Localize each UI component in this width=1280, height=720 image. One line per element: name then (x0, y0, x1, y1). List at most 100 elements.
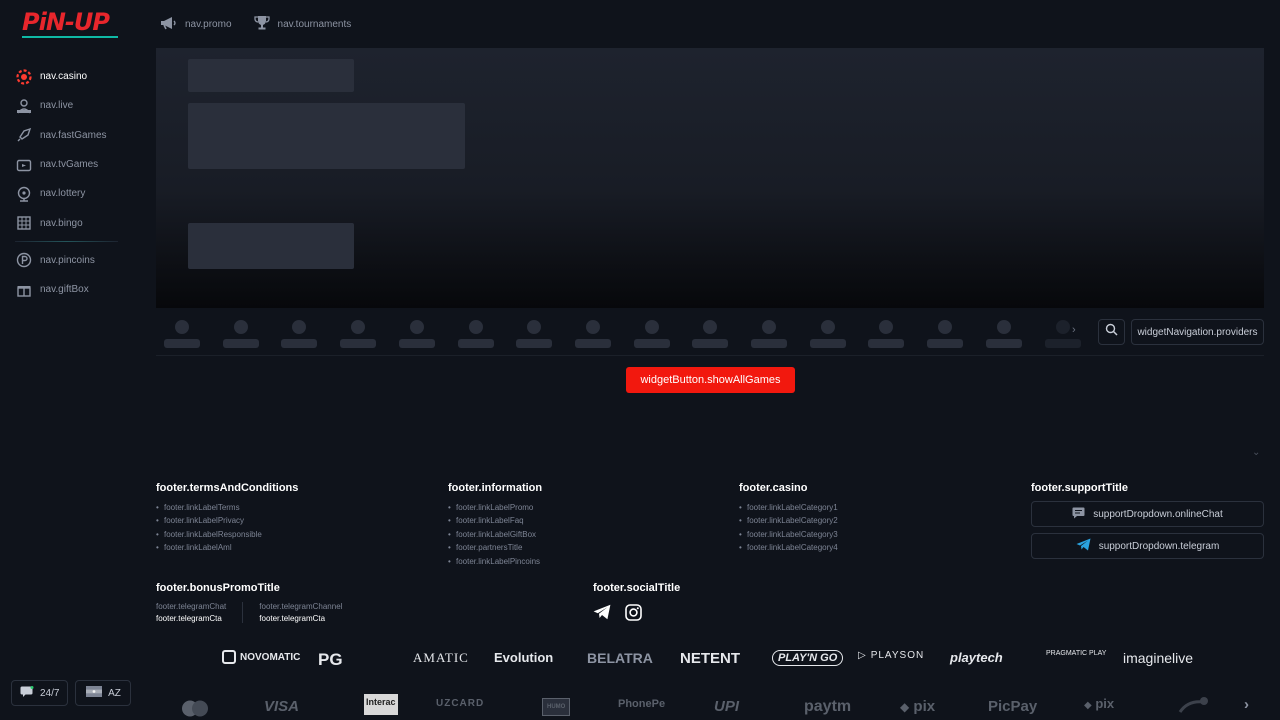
provider-placeholder-circle (996, 320, 1011, 334)
footer-column-title: footer.supportTitle (1031, 482, 1128, 494)
provider-placeholder[interactable] (809, 320, 846, 350)
provider-placeholder[interactable] (927, 320, 964, 350)
provider-placeholder-bar (574, 339, 611, 348)
payment-logo-faded (1178, 696, 1208, 720)
provider-logo-playtech: playtech (950, 650, 1003, 665)
search-button[interactable] (1098, 319, 1125, 345)
telegram-chat-label: footer.telegramChat (156, 602, 227, 611)
payment-logo-uzcard: UZCARD (436, 698, 485, 709)
provider-placeholder[interactable] (633, 320, 670, 350)
sidebar-item-fastgames[interactable]: nav.fastGames (0, 121, 140, 150)
online-chat-button[interactable]: supportDropdown.onlineChat (1031, 501, 1264, 527)
footer-link[interactable]: footer.linkLabelFaq (448, 516, 542, 529)
provider-placeholder[interactable] (751, 320, 787, 350)
language-button[interactable]: AZ (75, 680, 132, 706)
telegram-channel-cta: footer.telegramCta (259, 614, 326, 623)
sidebar-bottom-buttons: 24/7 AZ (11, 680, 132, 706)
sidebar: PiN-UP nav.casino nav.live nav.fastGames (0, 0, 140, 720)
telegram-icon (1076, 538, 1091, 554)
provider-placeholder-bar (809, 339, 846, 348)
footer-link[interactable]: footer.linkLabelCategory3 (739, 530, 838, 543)
chevron-right-icon[interactable]: › (1244, 696, 1249, 713)
sidebar-item-giftbox[interactable]: nav.giftBox (0, 275, 140, 304)
provider-logo-netent: NETENT (680, 650, 740, 667)
banner-button-placeholder (188, 223, 354, 269)
provider-placeholder-bar (222, 339, 259, 348)
footer-link[interactable]: footer.linkLabelPromo (448, 503, 542, 516)
footer-link[interactable]: footer.linkLabelCategory4 (739, 543, 838, 556)
providers-button[interactable]: widgetNavigation.providers (1131, 319, 1264, 345)
provider-placeholder[interactable] (574, 320, 611, 350)
sidebar-item-label: nav.tvGames (40, 159, 99, 171)
provider-placeholder[interactable] (457, 320, 494, 350)
show-all-games-button[interactable]: widgetButton.showAllGames (626, 367, 795, 393)
provider-placeholder-circle (879, 320, 894, 334)
chevron-down-icon[interactable]: ⌄ (1252, 447, 1260, 458)
sidebar-item-lottery[interactable]: nav.lottery (0, 179, 140, 208)
provider-placeholder[interactable] (692, 320, 729, 350)
footer-link[interactable]: footer.linkLabelPincoins (448, 557, 542, 570)
telegram-label: supportDropdown.telegram (1098, 540, 1220, 552)
provider-placeholder[interactable] (516, 320, 553, 350)
social-title: footer.socialTitle (593, 582, 681, 594)
logo-underline (22, 36, 118, 38)
footer-link[interactable]: footer.linkLabelTerms (156, 503, 298, 516)
telegram-channel-link[interactable]: footer.telegramChannel footer.telegramCt… (242, 602, 358, 623)
instagram-icon[interactable] (625, 604, 642, 626)
top-navigation: nav.promo nav.tournaments (160, 14, 351, 34)
language-label: AZ (108, 687, 121, 699)
provider-placeholder[interactable] (281, 320, 318, 350)
topnav-promo-label: nav.promo (185, 18, 232, 30)
payment-logo-mastercard (180, 700, 210, 720)
payment-logos-row: VISA Interac UZCARD HUMO PhonePe UPI pay… (156, 692, 1264, 720)
sidebar-item-label: nav.live (40, 100, 74, 112)
strip-divider (156, 355, 1264, 356)
sidebar-item-bingo[interactable]: nav.bingo (0, 208, 140, 237)
provider-placeholder-bar (164, 339, 200, 348)
footer-link[interactable]: footer.linkLabelResponsible (156, 530, 298, 543)
provider-logo-pg: PG (318, 650, 343, 669)
footer-link[interactable]: footer.linkLabelGiftBox (448, 530, 542, 543)
banner-title-placeholder (188, 59, 354, 92)
footer-bonus-section: footer.bonusPromoTitle footer.telegramCh… (156, 582, 358, 623)
provider-placeholder-circle (409, 320, 424, 334)
telegram-social-icon[interactable] (593, 604, 611, 626)
telegram-chat-link[interactable]: footer.telegramChat footer.telegramCta (156, 602, 242, 623)
sidebar-item-casino[interactable]: nav.casino (0, 62, 140, 91)
payment-logo-humo: HUMO (542, 698, 571, 716)
sidebar-divider (15, 240, 118, 242)
chevron-right-icon[interactable]: › (1072, 324, 1076, 336)
telegram-support-button[interactable]: supportDropdown.telegram (1031, 533, 1264, 559)
hero-banner[interactable] (156, 48, 1264, 308)
provider-placeholder-circle (292, 320, 307, 334)
sidebar-item-label: nav.fastGames (40, 129, 107, 141)
footer-link[interactable]: footer.partnersTitle (448, 543, 542, 556)
footer-link[interactable]: footer.linkLabelAml (156, 543, 298, 556)
topnav-promo[interactable]: nav.promo (160, 14, 232, 34)
footer-information-column: footer.information footer.linkLabelPromo… (448, 482, 542, 570)
footer-terms-column: footer.termsAndConditions footer.linkLab… (156, 482, 298, 557)
provider-logos-row: NOVOMATIC PG AMATIC Evolution BELATRA NE… (156, 646, 1264, 674)
provider-placeholder[interactable] (868, 320, 905, 350)
provider-placeholder[interactable] (164, 320, 200, 350)
provider-logo-novomatic: NOVOMATIC (222, 650, 300, 664)
support-24-7-button[interactable]: 24/7 (11, 680, 69, 706)
sidebar-item-tvgames[interactable]: nav.tvGames (0, 150, 140, 179)
provider-placeholder-bar (751, 339, 787, 348)
provider-placeholder-circle (703, 320, 718, 334)
payment-logo-pix: ◆ pix (900, 698, 936, 715)
pinup-logo[interactable]: PiN-UP (22, 8, 118, 38)
footer-link[interactable]: footer.linkLabelPrivacy (156, 516, 298, 529)
lottery-icon (15, 185, 33, 203)
provider-placeholder[interactable] (398, 320, 435, 350)
footer-link[interactable]: footer.linkLabelCategory1 (739, 503, 838, 516)
provider-placeholder[interactable] (222, 320, 259, 350)
provider-placeholder[interactable] (985, 320, 1022, 350)
sidebar-item-pincoins[interactable]: nav.pincoins (0, 246, 140, 275)
topnav-tournaments[interactable]: nav.tournaments (253, 14, 351, 34)
footer-link[interactable]: footer.linkLabelCategory2 (739, 516, 838, 529)
provider-placeholder[interactable] (340, 320, 377, 350)
payment-logo-phonepe: PhonePe (618, 698, 666, 710)
footer-casino-column: footer.casino footer.linkLabelCategory1 … (739, 482, 838, 557)
sidebar-item-live[interactable]: nav.live (0, 91, 140, 120)
